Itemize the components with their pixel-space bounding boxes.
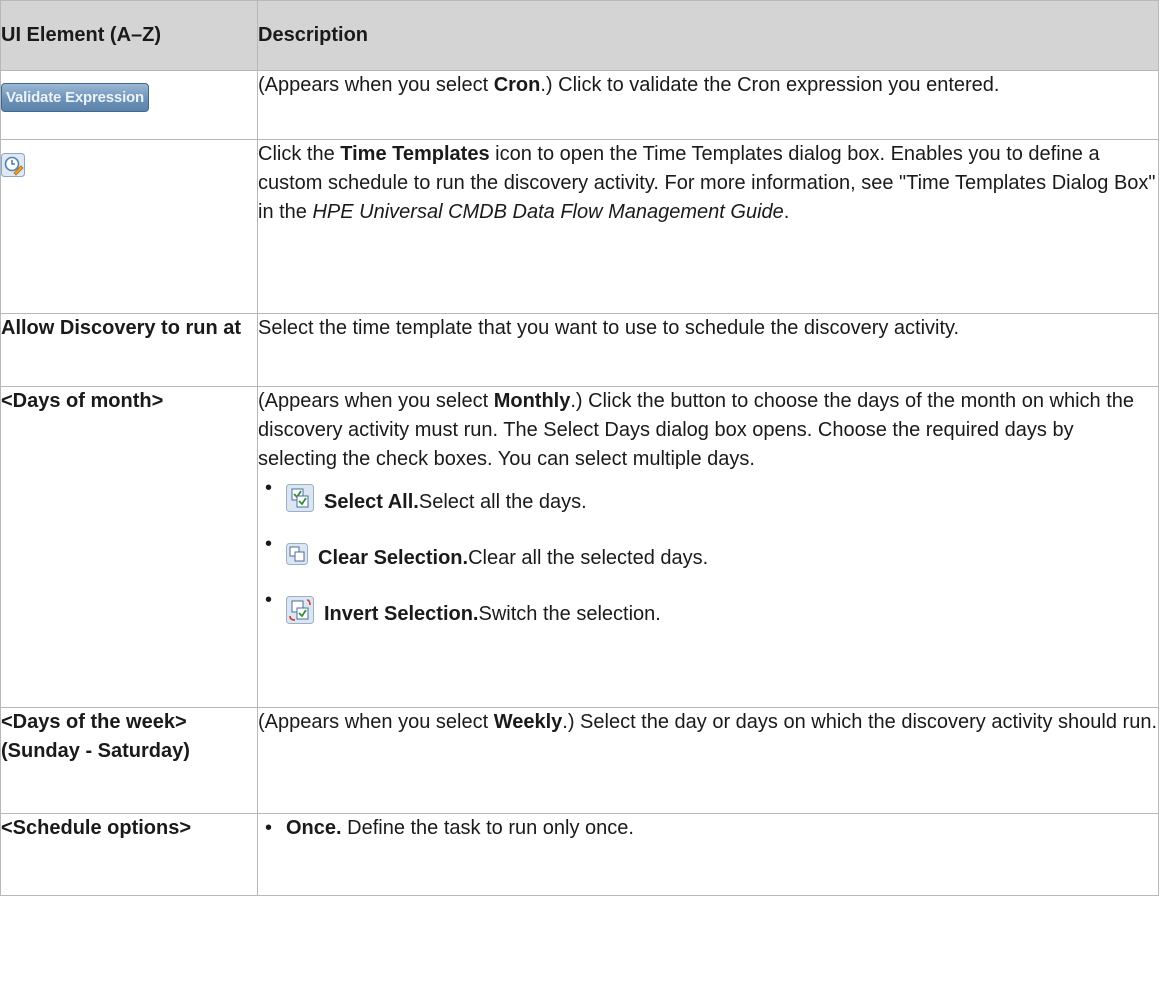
table-row: Click the Time Templates icon to open th… [0, 139, 1159, 314]
clear-selection-icon[interactable] [286, 542, 308, 574]
header-row: UI Element (A–Z) Description [0, 0, 1159, 71]
table-row: <Days of month> (Appears when you select… [0, 386, 1159, 708]
table-row: <Days of the week> (Sunday - Saturday) (… [0, 707, 1159, 814]
select-all-icon[interactable] [286, 483, 314, 521]
reference-table: UI Element (A–Z) Description Validate Ex… [0, 0, 1159, 896]
description-cell: Click the Time Templates icon to open th… [257, 139, 1159, 314]
table-row: Allow Discovery to run at Select the tim… [0, 313, 1159, 387]
table-row: Validate Expression (Appears when you se… [0, 70, 1159, 140]
schedule-options-list: Once. Define the task to run only once. [258, 814, 1158, 843]
description-cell: (Appears when you select Cron.) Click to… [257, 70, 1159, 140]
description-cell: Select the time template that you want t… [257, 313, 1159, 387]
table-row: <Schedule options> Once. Define the task… [0, 813, 1159, 896]
element-cell: Allow Discovery to run at [0, 313, 258, 387]
list-item: Select All. Select all the days. [258, 474, 1158, 530]
element-cell [0, 139, 258, 314]
description-cell: (Appears when you select Weekly.) Select… [257, 707, 1159, 814]
column-header-element: UI Element (A–Z) [0, 0, 258, 71]
validate-expression-button[interactable]: Validate Expression [1, 83, 149, 112]
time-templates-icon[interactable] [1, 153, 25, 186]
list-item: Clear Selection. Clear all the selected … [258, 530, 1158, 586]
description-cell: (Appears when you select Monthly.) Click… [257, 386, 1159, 708]
element-cell: <Days of month> [0, 386, 258, 708]
column-header-description: Description [257, 0, 1159, 71]
description-cell: Once. Define the task to run only once. [257, 813, 1159, 896]
list-item: Invert Selection. Switch the selection. [258, 586, 1158, 642]
element-cell: <Schedule options> [0, 813, 258, 896]
list-item: Once. Define the task to run only once. [258, 814, 1158, 843]
invert-selection-icon[interactable] [286, 595, 314, 633]
element-cell: Validate Expression [0, 70, 258, 140]
selection-options-list: Select All. Select all the days. Clear S… [258, 474, 1158, 642]
element-cell: <Days of the week> (Sunday - Saturday) [0, 707, 258, 814]
